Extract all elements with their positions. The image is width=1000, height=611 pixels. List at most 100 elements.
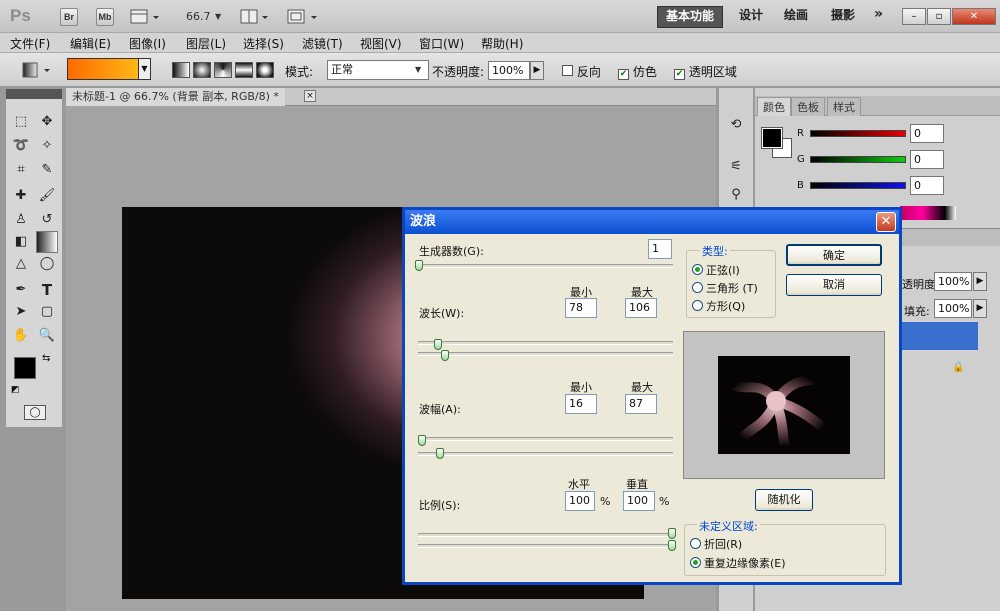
crop-icon[interactable]: ⌗	[10, 159, 32, 181]
zoom-level[interactable]: 66.7	[186, 10, 211, 23]
eyedropper-icon[interactable]: ✎	[36, 159, 58, 181]
generators-slider-thumb[interactable]	[415, 260, 423, 271]
wavelength-min-slider[interactable]	[418, 341, 673, 345]
blue-slider[interactable]	[810, 182, 906, 189]
scale-horizontal-slider[interactable]	[418, 533, 673, 537]
amplitude-max-input[interactable]: 87	[625, 394, 657, 414]
dodge-icon[interactable]: ◯	[36, 253, 58, 275]
eraser-icon[interactable]: ◧	[10, 231, 32, 253]
red-value[interactable]: 0	[910, 124, 944, 143]
generators-input[interactable]: 1	[648, 239, 672, 259]
opacity-slider-arrow-icon[interactable]: ▶	[530, 61, 544, 80]
layer-fill-arrow-icon[interactable]: ▶	[973, 299, 987, 318]
menu-window[interactable]: 窗口(W)	[419, 35, 464, 52]
menu-filter[interactable]: 滤镜(T)	[302, 35, 343, 52]
generators-slider[interactable]	[418, 264, 673, 268]
view-extras-button[interactable]	[130, 8, 160, 26]
type-sine-radio[interactable]: 正弦(I)	[692, 262, 740, 278]
default-colors-icon[interactable]: ◩	[11, 385, 20, 395]
angle-gradient-icon[interactable]	[214, 62, 232, 78]
wavelength-max-input[interactable]: 106	[625, 298, 657, 318]
history-brush-icon[interactable]: ↺	[36, 209, 58, 231]
reflected-gradient-icon[interactable]	[235, 62, 253, 78]
swap-colors-icon[interactable]: ⇆	[42, 353, 50, 364]
hand-icon[interactable]: ✋	[10, 325, 32, 347]
color-panel-foreground-swatch[interactable]	[761, 127, 783, 149]
menu-select[interactable]: 选择(S)	[243, 35, 284, 52]
history-panel-icon[interactable]: ⟲	[725, 114, 747, 136]
gradient-preview[interactable]	[67, 58, 149, 80]
zoom-icon[interactable]: 🔍	[36, 325, 58, 347]
diamond-gradient-icon[interactable]	[256, 62, 274, 78]
radial-gradient-icon[interactable]	[193, 62, 211, 78]
menu-image[interactable]: 图像(I)	[129, 35, 166, 52]
red-slider[interactable]	[810, 130, 906, 137]
tab-swatches[interactable]: 色板	[791, 97, 825, 116]
more-workspaces-icon[interactable]: »	[866, 6, 891, 28]
close-document-icon[interactable]: ×	[304, 90, 316, 102]
amplitude-min-input[interactable]: 16	[565, 394, 597, 414]
shape-icon[interactable]: ▢	[36, 301, 58, 323]
minimize-icon[interactable]: –	[902, 8, 926, 25]
menu-edit[interactable]: 编辑(E)	[70, 35, 111, 52]
cancel-button[interactable]: 取消	[786, 274, 882, 296]
scale-horizontal-thumb[interactable]	[668, 528, 676, 539]
mode-dropdown-icon[interactable]: ▼	[415, 65, 421, 74]
workspace-painting[interactable]: 绘画	[776, 6, 816, 28]
gradient-tool-selected-icon[interactable]	[36, 231, 58, 253]
type-icon[interactable]: T	[36, 279, 58, 301]
brush-icon[interactable]: 🖌	[36, 185, 58, 207]
dither-checkbox[interactable]: ✔ 仿色	[618, 63, 657, 80]
tools-panel-handle[interactable]	[6, 89, 62, 99]
move-icon[interactable]: ✥	[36, 111, 58, 133]
zoom-dropdown-icon[interactable]: ▼	[215, 12, 221, 21]
layer-opacity-input[interactable]: 100%	[934, 272, 972, 291]
wavelength-min-input[interactable]: 78	[565, 298, 597, 318]
amplitude-min-thumb[interactable]	[418, 435, 426, 446]
healing-brush-icon[interactable]: ✚	[10, 185, 32, 207]
tab-color[interactable]: 颜色	[757, 97, 791, 116]
maximize-icon[interactable]: ▫	[927, 8, 951, 25]
color-ramp[interactable]	[900, 206, 956, 220]
scale-vertical-slider[interactable]	[418, 544, 673, 548]
amplitude-max-thumb[interactable]	[436, 448, 444, 459]
type-square-radio[interactable]: 方形(Q)	[692, 298, 745, 314]
menu-view[interactable]: 视图(V)	[360, 35, 402, 52]
transparency-checkbox[interactable]: ✔ 透明区域	[674, 63, 737, 80]
scale-vertical-input[interactable]: 100	[623, 491, 655, 511]
green-slider[interactable]	[810, 156, 906, 163]
gradient-picker-dropdown-icon[interactable]: ▼	[138, 58, 151, 80]
workspace-essentials[interactable]: 基本功能	[657, 6, 724, 28]
marquee-icon[interactable]: ⬚	[10, 111, 32, 133]
repeat-edge-pixels-radio[interactable]: 重复边缘像素(E)	[690, 555, 786, 571]
green-value[interactable]: 0	[910, 150, 944, 169]
wrap-around-radio[interactable]: 折回(R)	[690, 536, 742, 552]
clone-source-icon[interactable]: ⚲	[725, 184, 747, 206]
quick-mask-icon[interactable]: ◯	[24, 405, 46, 420]
workspace-design[interactable]: 设计	[731, 6, 771, 28]
amplitude-min-slider[interactable]	[418, 437, 673, 441]
layer-row-selected[interactable]	[900, 322, 978, 350]
linear-gradient-icon[interactable]	[172, 62, 190, 78]
type-triangle-radio[interactable]: 三角形 (T)	[692, 280, 758, 296]
layer-opacity-arrow-icon[interactable]: ▶	[973, 272, 987, 291]
tool-preset-picker[interactable]	[22, 61, 52, 79]
scale-vertical-thumb[interactable]	[668, 540, 676, 551]
clone-stamp-icon[interactable]: ♙	[10, 209, 32, 231]
scale-horizontal-input[interactable]: 100	[565, 491, 595, 511]
pen-icon[interactable]: ✒	[10, 279, 32, 301]
path-selection-icon[interactable]: ➤	[10, 301, 32, 323]
amplitude-max-slider[interactable]	[418, 452, 673, 456]
dialog-title[interactable]: 波浪	[405, 210, 899, 234]
tab-styles[interactable]: 样式	[827, 97, 861, 116]
dialog-close-icon[interactable]: ✕	[876, 212, 896, 232]
opacity-input[interactable]: 100%	[488, 61, 530, 80]
workspace-photography[interactable]: 摄影	[823, 6, 863, 28]
mode-select[interactable]: 正常	[327, 60, 429, 80]
blue-value[interactable]: 0	[910, 176, 944, 195]
mini-bridge-button[interactable]: Mb	[96, 8, 114, 26]
menu-help[interactable]: 帮助(H)	[481, 35, 523, 52]
layer-fill-input[interactable]: 100%	[934, 299, 972, 318]
screen-mode-button[interactable]	[286, 8, 320, 26]
ok-button[interactable]: 确定	[786, 244, 882, 266]
